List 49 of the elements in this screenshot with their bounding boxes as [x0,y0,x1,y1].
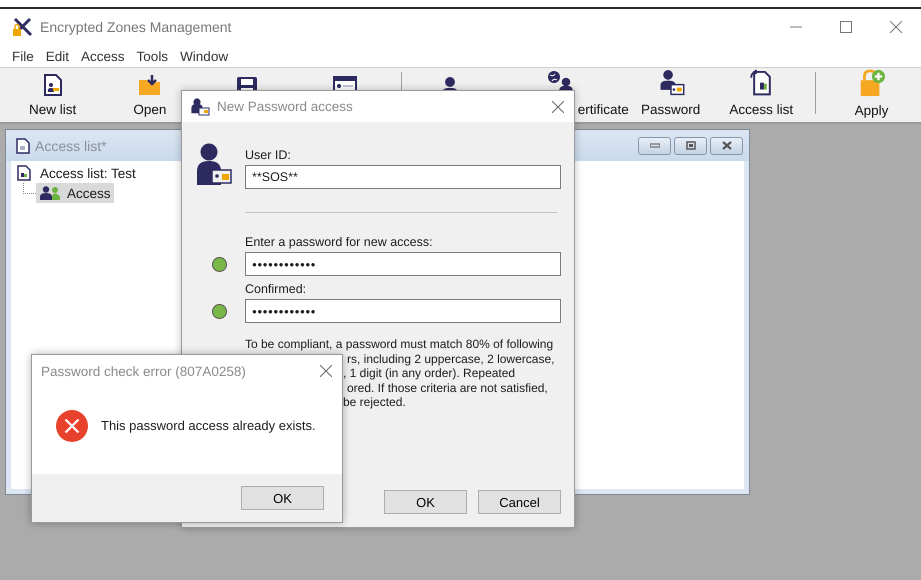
tree-item[interactable]: Access list: Test [37,164,139,182]
password-field[interactable]: ●●●●●●●●●●●● [245,252,561,276]
error-message: This password access already exists. [101,418,316,433]
minimize-button[interactable] [638,136,671,154]
cancel-button[interactable]: Cancel [478,490,561,514]
menu-item[interactable]: Access [75,48,131,64]
users-icon [39,186,61,200]
help-text: rs, including 2 uppercase, 2 lowercase, [347,352,554,366]
maximize-icon [840,21,852,33]
window-title: Encrypted Zones Management [40,19,232,35]
help-text: ored. If those criteria are not satisfied, [347,380,548,396]
restore-button[interactable] [674,136,707,154]
new-list-icon [42,74,63,96]
tools-lock-icon [12,17,34,37]
ok-button[interactable]: OK [241,486,324,510]
field-label: Enter a password for new access: [245,234,434,251]
field-label: User ID: [245,147,292,164]
folder-icon [138,74,162,96]
error-icon [55,408,89,442]
user-id-field[interactable]: **SOS** [245,165,561,189]
close-icon [890,21,902,33]
user-card-icon [196,143,232,185]
password-field[interactable]: ●●●●●●●●●●●● [245,299,561,323]
document-icon [16,138,30,154]
toolbar-button[interactable]: Apply [822,68,921,122]
close-icon [552,100,564,112]
dialog-title: Password check error (807A0258) [41,364,246,378]
help-text: To be compliant, a password must match 80% of following [245,337,554,352]
restore-icon [686,141,696,150]
field-label: Confirmed: [245,281,308,298]
child-window-title: Access list* [35,138,107,154]
close-icon [320,365,332,377]
menu-item[interactable]: Window [174,48,234,64]
toolbar-button[interactable]: Access list [714,68,809,122]
user-card-icon [190,98,210,116]
menu-item[interactable]: Edit [40,48,76,64]
dialog-title: New Password access [217,99,353,114]
toolbar-button[interactable]: New list [4,68,102,122]
menu-item[interactable]: Tools [130,48,174,64]
help-text: , 1 digit (in any order). Repeated [343,366,516,381]
close-icon [722,141,732,150]
menu-item[interactable]: File [6,48,40,64]
toolbar-button[interactable]: Password [628,68,714,122]
toolbar-button[interactable]: Open [101,68,198,122]
close-button[interactable] [710,136,743,154]
help-text: be rejected. [343,395,406,410]
document-icon [17,165,31,181]
ok-button[interactable]: OK [384,490,467,514]
minimize-icon [650,141,660,150]
